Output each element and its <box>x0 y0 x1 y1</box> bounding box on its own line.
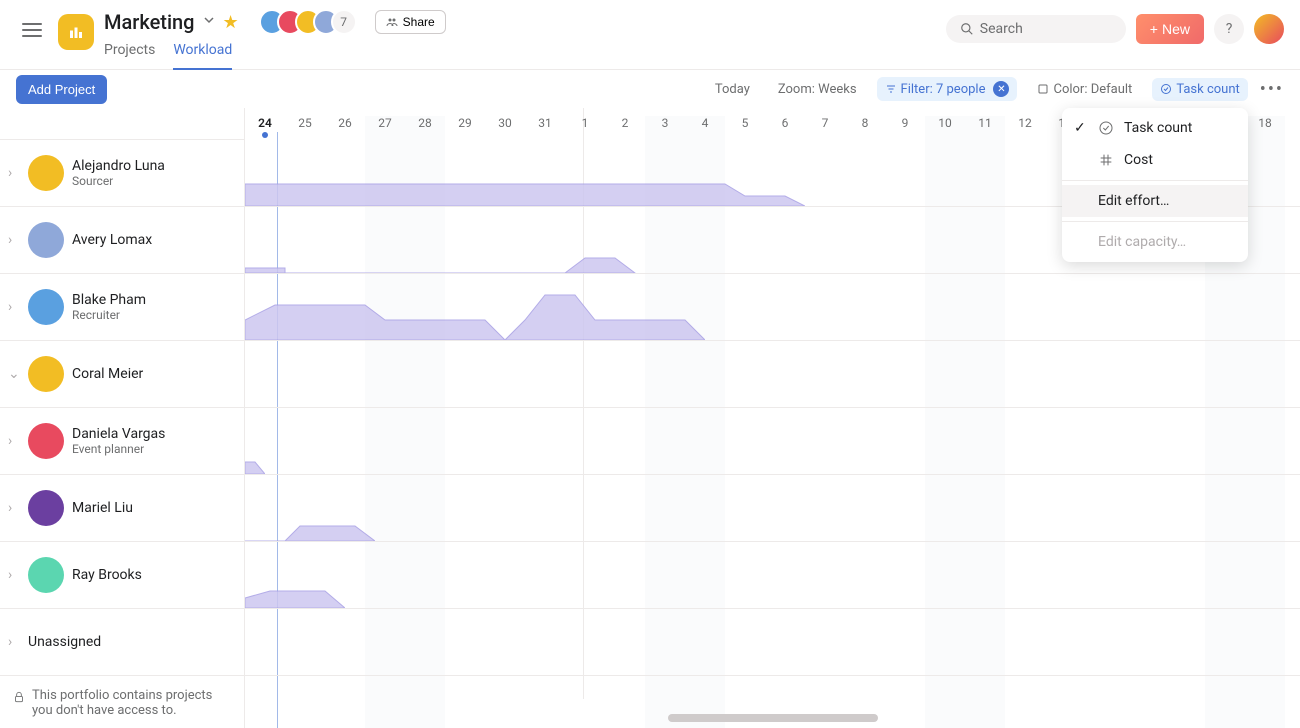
zoom-selector[interactable]: Zoom: Weeks <box>770 78 865 101</box>
filter-pill[interactable]: Filter: 7 people ✕ <box>877 77 1018 101</box>
title-section: Marketing ★ 7 Share Projects Workload <box>104 8 946 70</box>
person-role: Event planner <box>72 442 165 456</box>
tab-projects[interactable]: Projects <box>104 42 155 70</box>
person-row[interactable]: › Avery Lomax <box>0 207 244 274</box>
person-name: Avery Lomax <box>72 232 152 248</box>
workload-row[interactable] <box>245 475 1300 542</box>
check-circle-icon <box>1160 83 1172 95</box>
person-row[interactable]: › Blake PhamRecruiter <box>0 274 244 341</box>
task-count-button[interactable]: Task count <box>1152 78 1247 101</box>
expand-icon[interactable]: › <box>8 567 20 583</box>
workload-row[interactable] <box>245 542 1300 609</box>
project-icon[interactable] <box>58 14 94 50</box>
person-row[interactable]: ⌄ Coral Meier <box>0 341 244 408</box>
search-input[interactable]: Search <box>946 15 1126 43</box>
expand-icon[interactable]: › <box>8 500 20 516</box>
person-role: Sourcer <box>72 174 165 188</box>
chevron-down-icon[interactable] <box>203 14 215 30</box>
color-selector[interactable]: Color: Default <box>1029 78 1140 101</box>
lock-icon <box>12 690 26 704</box>
people-sidebar: › Alejandro LunaSourcer › Avery Lomax › Blake… <box>0 108 245 728</box>
person-avatar <box>28 423 64 459</box>
today-button[interactable]: Today <box>707 78 758 101</box>
person-name: Unassigned <box>28 634 101 650</box>
star-icon[interactable]: ★ <box>223 12 239 33</box>
toolbar: Add Project Today Zoom: Weeks Filter: 7 … <box>0 70 1300 108</box>
workload-row[interactable] <box>245 274 1300 341</box>
task-count-dropdown: ✓ Task count Cost Edit effort… Edit capa… <box>1062 108 1248 262</box>
access-note: This portfolio contains projects you don… <box>0 676 244 728</box>
expand-icon[interactable]: › <box>8 232 20 248</box>
person-name: Coral Meier <box>72 366 143 382</box>
share-button[interactable]: Share <box>375 10 446 34</box>
check-circle-icon <box>1098 120 1114 136</box>
person-avatar <box>28 356 64 392</box>
user-avatar[interactable] <box>1254 14 1284 44</box>
filter-icon <box>885 83 897 95</box>
tab-workload[interactable]: Workload <box>173 42 232 70</box>
swatch-icon <box>1037 83 1049 95</box>
person-name: Mariel Liu <box>72 500 133 516</box>
person-avatar <box>28 155 64 191</box>
person-avatar <box>28 490 64 526</box>
workload-row[interactable] <box>245 408 1300 475</box>
clear-filter-icon[interactable]: ✕ <box>993 81 1009 97</box>
people-icon <box>386 16 398 28</box>
person-name: Blake Pham <box>72 292 146 308</box>
person-row[interactable]: › Ray Brooks <box>0 542 244 609</box>
share-label: Share <box>403 15 435 29</box>
avatar-count[interactable]: 7 <box>331 9 357 35</box>
member-avatars[interactable]: 7 <box>259 9 357 35</box>
expand-icon[interactable]: › <box>8 165 20 181</box>
expand-icon[interactable]: ⌄ <box>8 366 20 382</box>
horizontal-scrollbar[interactable] <box>668 714 878 722</box>
divider <box>1062 180 1248 181</box>
search-placeholder: Search <box>980 21 1023 37</box>
search-icon <box>960 22 974 36</box>
person-row[interactable]: › Daniela VargasEvent planner <box>0 408 244 475</box>
add-project-button[interactable]: Add Project <box>16 75 107 104</box>
dropdown-cost[interactable]: Cost <box>1062 144 1248 176</box>
menu-icon[interactable] <box>16 14 48 46</box>
person-row[interactable]: › Unassigned <box>0 609 244 676</box>
dropdown-edit-capacity: Edit capacity… <box>1062 226 1248 258</box>
plus-icon: + <box>1150 21 1158 37</box>
checkmark-icon: ✓ <box>1074 120 1088 136</box>
tabs: Projects Workload <box>104 42 946 70</box>
person-avatar <box>28 222 64 258</box>
dropdown-edit-effort[interactable]: Edit effort… <box>1062 185 1248 217</box>
help-button[interactable]: ? <box>1214 14 1244 44</box>
expand-icon[interactable]: › <box>8 634 20 650</box>
person-avatar <box>28 289 64 325</box>
more-button[interactable]: ••• <box>1260 79 1284 100</box>
new-button[interactable]: +New <box>1136 14 1204 44</box>
person-role: Recruiter <box>72 308 146 322</box>
workload-row[interactable] <box>245 609 1300 676</box>
dropdown-task-count[interactable]: ✓ Task count <box>1062 112 1248 144</box>
header: Marketing ★ 7 Share Projects Workload Se… <box>0 0 1300 70</box>
person-row[interactable]: › Alejandro LunaSourcer <box>0 140 244 207</box>
project-title[interactable]: Marketing <box>104 10 195 34</box>
grid-icon <box>1098 152 1114 168</box>
header-right: Search +New ? <box>946 14 1284 44</box>
person-avatar <box>28 557 64 593</box>
workload-row[interactable] <box>245 341 1300 408</box>
expand-icon[interactable]: › <box>8 433 20 449</box>
person-row[interactable]: › Mariel Liu <box>0 475 244 542</box>
divider <box>1062 221 1248 222</box>
person-name: Daniela Vargas <box>72 426 165 442</box>
person-name: Alejandro Luna <box>72 158 165 174</box>
expand-icon[interactable]: › <box>8 299 20 315</box>
person-name: Ray Brooks <box>72 567 142 583</box>
